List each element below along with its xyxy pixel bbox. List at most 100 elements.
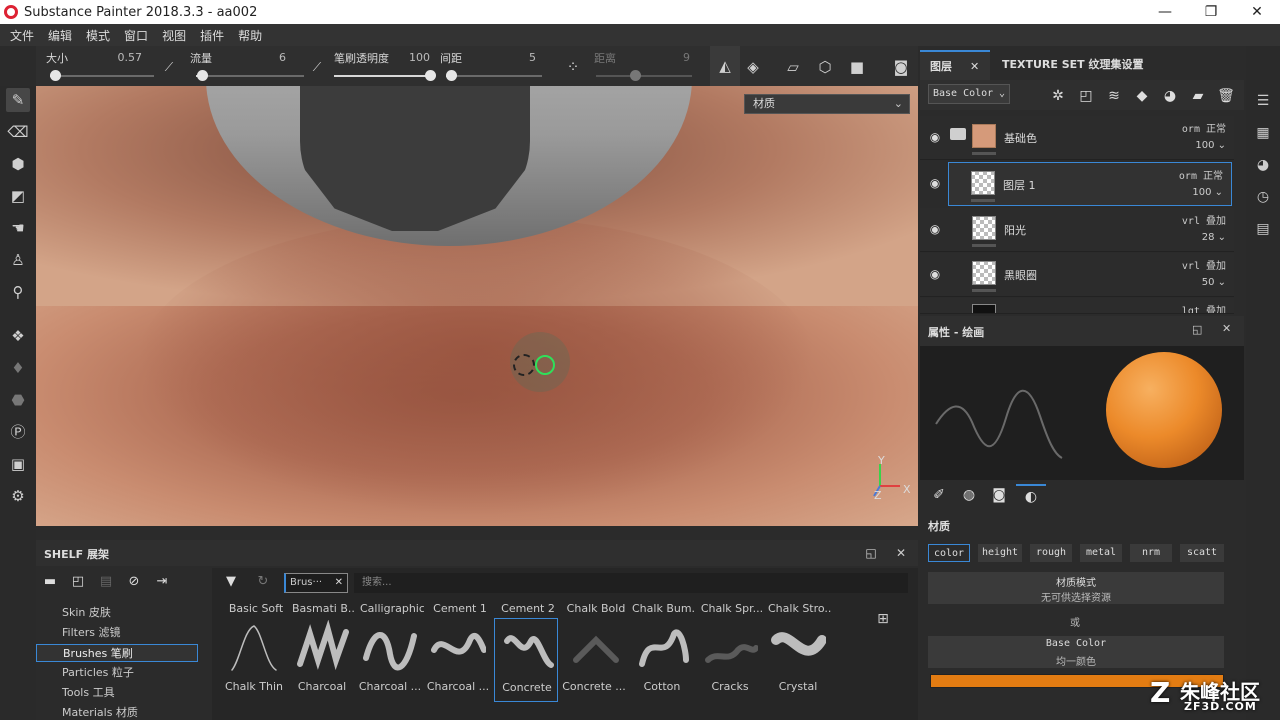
size-value[interactable]: 0.57 [106,51,143,64]
viewport-material-select[interactable]: 材质 ⌄ [744,94,910,114]
flow-slider-knob[interactable] [197,70,208,81]
brush-settings-icon[interactable]: ✐ [928,484,950,506]
layer-opacity[interactable]: 100 ⌄ [1192,187,1223,198]
projection-mode-icon[interactable]: ◈ [742,56,764,78]
menu-file[interactable]: 文件 [10,27,34,44]
material-icon[interactable]: ◐ [1016,484,1046,506]
spacing-value[interactable]: 5 [500,51,536,64]
filter-icon[interactable]: ▼ [222,573,240,591]
geometry-icon[interactable]: ⬣ [6,388,30,412]
display-settings-icon[interactable]: ◕ [1252,154,1274,176]
shelf-category-brushes[interactable]: Brushes 笔刷 [36,644,198,662]
add-mask-icon[interactable]: ◕ [1160,86,1180,106]
undock-icon[interactable]: ◱ [1192,323,1202,336]
undock-icon[interactable]: ◱ [862,544,880,562]
search-input[interactable]: 搜索... [354,573,908,593]
layers-panel-icon[interactable]: ☰ [1252,90,1274,112]
camera-view-icon[interactable]: ■ [846,56,868,78]
brush-item[interactable]: Concrete [494,618,558,702]
add-effect-icon[interactable]: ✲ [1048,86,1068,106]
bake-icon[interactable]: ❖ [6,324,30,348]
layer-row[interactable]: ◉ 基础色 orm 正常 100 ⌄ [920,116,1234,160]
color-picker-icon[interactable]: ⚲ [6,280,30,304]
channel-metal-button[interactable]: metal [1080,544,1122,562]
brush-item[interactable]: Concrete ... [562,618,626,702]
size-slider-knob[interactable] [50,70,61,81]
minimize-button[interactable]: — [1142,0,1188,24]
3d-viewport[interactable]: 材质 ⌄ Y X Z [36,86,918,526]
particle-icon[interactable]: ♦ [6,356,30,380]
shelf-category-tools[interactable]: Tools 工具 [36,684,198,702]
layer-row-partial[interactable]: lgt 叠加 [920,298,1234,314]
layer-blend-mode[interactable]: vrl 叠加 [1182,212,1226,227]
brush-item[interactable]: Crystal [766,618,830,702]
brush-opacity-value[interactable]: 100 [394,51,430,64]
channel-select[interactable]: Base Color ⌄ [928,84,1010,104]
brush-item[interactable]: Charcoal [290,618,354,702]
close-icon[interactable]: ✕ [335,574,343,592]
new-shelf-icon[interactable]: ◰ [68,572,88,592]
texture-set-icon[interactable]: ▦ [1252,122,1274,144]
menu-plugins[interactable]: 插件 [200,27,224,44]
brush-top-label[interactable]: Chalk Bold [564,602,628,618]
menu-window[interactable]: 窗口 [124,27,148,44]
brush-top-label[interactable]: Basic Soft [224,602,288,618]
paint-brush-icon[interactable]: ✎ [6,88,30,112]
shelf-category-skin[interactable]: Skin 皮肤 [36,604,198,622]
maximize-button[interactable]: ❐ [1188,0,1234,24]
plugin-settings-icon[interactable]: ⚙ [6,484,30,508]
reset-icon[interactable]: ↻ [254,573,272,591]
menu-edit[interactable]: 编辑 [48,27,72,44]
layer-row[interactable]: ◉ 阳光 vrl 叠加 28 ⌄ [920,208,1234,252]
layer-opacity[interactable]: 100 ⌄ [1195,140,1226,151]
channel-rough-button[interactable]: rough [1030,544,1072,562]
tab-texture-set[interactable]: TEXTURE SET 纹理集设置 [1002,50,1172,80]
visibility-eye-icon[interactable]: ◉ [928,222,942,236]
brush-item[interactable]: Chalk Thin [222,618,286,702]
channel-scatt-button[interactable]: scatt [1180,544,1224,562]
close-icon[interactable]: ✕ [892,544,910,562]
brush-item[interactable]: Charcoal ... [358,618,422,702]
shelf-category-filters[interactable]: Filters 滤镜 [36,624,198,642]
flow-value[interactable]: 6 [250,51,286,64]
viewer-settings-icon[interactable]: ▣ [6,452,30,476]
visibility-eye-icon[interactable]: ◉ [928,130,942,144]
brush-item[interactable]: Cotton [630,618,694,702]
screenshot-camera-icon[interactable]: ◙ [890,56,912,78]
size-slider[interactable] [50,75,154,77]
add-fill-layer-icon[interactable]: ◆ [1132,86,1152,106]
flow-pen-pressure-icon[interactable]: ⟋ [306,56,328,78]
shelf-category-particles[interactable]: Particles 粒子 [36,664,198,682]
filter-tag[interactable]: Brus··· ✕ [284,573,348,593]
channel-nrm-button[interactable]: nrm [1130,544,1172,562]
layer-blend-mode[interactable]: vrl 叠加 [1182,257,1226,272]
shelf-category-materials[interactable]: Materials 材质 [36,704,198,720]
channel-color-button[interactable]: color [928,544,970,562]
alpha-icon[interactable]: ◍ [958,484,980,506]
close-icon[interactable]: ✕ [1222,322,1231,335]
menu-help[interactable]: 帮助 [238,27,262,44]
cube-icon[interactable]: ⬡ [814,56,836,78]
layer-blend-mode[interactable]: orm 正常 [1182,120,1226,135]
save-shelf-icon[interactable]: ▤ [96,572,116,592]
clone-stamp-icon[interactable]: ♙ [6,248,30,272]
layer-opacity[interactable]: 50 ⌄ [1202,277,1226,288]
layer-blend-mode[interactable]: orm 正常 [1179,167,1223,182]
layer-opacity[interactable]: 28 ⌄ [1202,232,1226,243]
brush-opacity-slider-knob[interactable] [425,70,436,81]
size-pen-pressure-icon[interactable]: ⟋ [158,56,180,78]
brush-item[interactable]: Charcoal ... [426,618,490,702]
brush-top-label[interactable]: Calligraphic [360,602,424,618]
add-smart-mask-icon[interactable]: ◰ [1076,86,1096,106]
brush-top-label[interactable]: Chalk Bum... [632,602,696,618]
add-folder-icon[interactable]: ▰ [1188,86,1208,106]
import-icon[interactable]: ⇥ [152,572,172,592]
spacing-slider-knob[interactable] [446,70,457,81]
spacing-slider[interactable] [446,75,542,77]
menu-view[interactable]: 视图 [162,27,186,44]
smudge-icon[interactable]: ☚ [6,216,30,240]
delete-layer-icon[interactable]: 🗑 [1216,86,1236,106]
close-icon[interactable]: ✕ [970,52,979,82]
history-icon[interactable]: ◷ [1252,186,1274,208]
brush-top-label[interactable]: Cement 2 [496,602,560,618]
